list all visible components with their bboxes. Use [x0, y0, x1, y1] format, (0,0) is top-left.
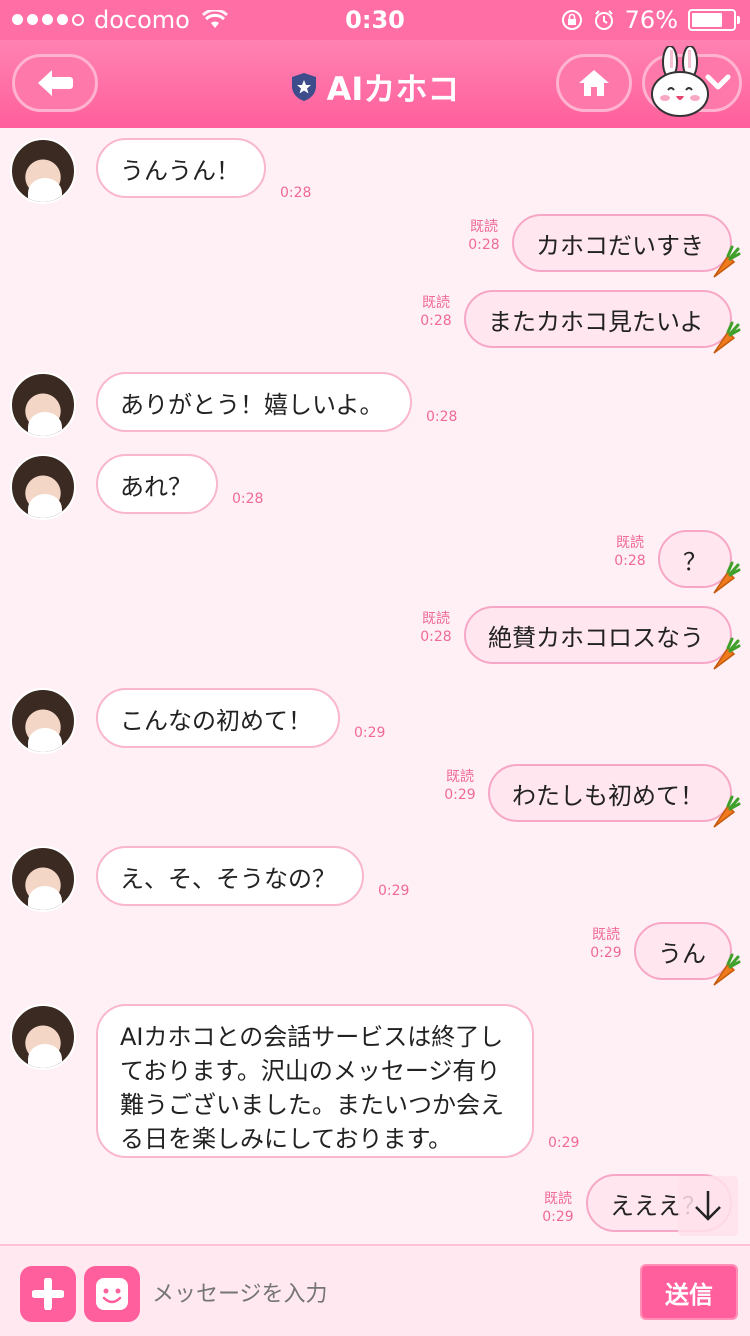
carrot-icon: [713, 637, 741, 670]
message-bubble[interactable]: カホコだいすき: [512, 214, 732, 272]
attach-button[interactable]: [20, 1266, 76, 1322]
message-time: 0:29: [354, 725, 386, 741]
read-receipt: 既読 0:28: [416, 610, 456, 646]
smiley-icon: [96, 1278, 128, 1310]
message-bubble[interactable]: ありがとう！嬉しいよ。: [96, 372, 412, 432]
message-input[interactable]: [150, 1268, 624, 1320]
carrot-icon: [713, 561, 741, 594]
message-time: 0:29: [378, 883, 410, 899]
sticker-button[interactable]: [84, 1266, 140, 1322]
carrot-icon: [713, 321, 741, 354]
message-time: 0:28: [232, 491, 264, 507]
message-time: 0:28: [426, 409, 458, 425]
message-time: 0:29: [590, 945, 622, 961]
scroll-to-bottom-button[interactable]: [678, 1176, 738, 1236]
read-label: 既読: [616, 535, 644, 551]
send-button[interactable]: 送信: [640, 1264, 738, 1320]
read-receipt: 既読 0:29: [586, 926, 626, 962]
read-label: 既読: [446, 769, 474, 785]
message-bubble[interactable]: AIカホコとの会話サービスは終了しております。沢山のメッセージ有り難うございまし…: [96, 1004, 534, 1158]
alarm-icon: [594, 10, 613, 30]
message-bubble[interactable]: うんうん！: [96, 138, 266, 198]
read-label: 既読: [422, 295, 450, 311]
avatar[interactable]: [10, 1004, 76, 1070]
message-time: 0:28: [280, 185, 312, 201]
avatar[interactable]: [10, 138, 76, 204]
plus-icon: [32, 1278, 64, 1310]
app-header: AIカホコ: [0, 40, 750, 128]
rotation-lock-icon: [561, 10, 582, 30]
chat-messages[interactable]: うんうん！ 0:28 既読 0:28 カホコだいすき 既読 0:28 またカホコ…: [0, 128, 750, 1244]
read-label: 既読: [470, 219, 498, 235]
avatar[interactable]: [10, 846, 76, 912]
avatar[interactable]: [10, 688, 76, 754]
read-label: 既読: [422, 611, 450, 627]
arrow-down-icon: [695, 1191, 721, 1221]
message-composer: 送信: [0, 1244, 750, 1336]
message-time: 0:28: [420, 629, 452, 645]
message-bubble[interactable]: あれ？: [96, 454, 218, 514]
home-icon: [579, 70, 609, 96]
carrot-icon: [713, 245, 741, 278]
carrot-icon: [713, 795, 741, 828]
message-bubble[interactable]: 絶賛カホコロスなう: [464, 606, 732, 664]
message-bubble[interactable]: またカホコ見たいよ: [464, 290, 732, 348]
bunny-mascot-icon: [651, 46, 709, 117]
read-receipt: 既読 0:28: [416, 294, 456, 330]
read-receipt: 既読 0:28: [464, 218, 504, 254]
page-title: AIカホコ: [0, 64, 750, 110]
read-receipt: 既読 0:29: [538, 1190, 578, 1226]
message-time: 0:29: [542, 1209, 574, 1225]
avatar[interactable]: [10, 372, 76, 438]
status-bar: docomo 0:30 76%: [0, 0, 750, 40]
battery-icon: [688, 9, 740, 31]
read-receipt: 既読 0:28: [610, 534, 650, 570]
message-bubble[interactable]: わたしも初めて！: [488, 764, 732, 822]
carrot-icon: [713, 953, 741, 986]
avatar[interactable]: [10, 454, 76, 520]
shield-star-icon: [291, 73, 316, 101]
battery-percent: 76%: [624, 6, 678, 34]
message-bubble[interactable]: こんなの初めて！: [96, 688, 340, 748]
message-bubble[interactable]: え、そ、そうなの？: [96, 846, 364, 906]
message-time: 0:28: [614, 553, 646, 569]
message-time: 0:28: [420, 313, 452, 329]
message-time: 0:28: [468, 237, 500, 253]
message-time: 0:29: [444, 787, 476, 803]
message-time: 0:29: [548, 1135, 580, 1151]
read-label: 既読: [544, 1191, 572, 1207]
read-receipt: 既読 0:29: [440, 768, 480, 804]
title-text: AIカホコ: [326, 70, 460, 108]
read-label: 既読: [592, 927, 620, 943]
home-button[interactable]: [556, 54, 632, 112]
